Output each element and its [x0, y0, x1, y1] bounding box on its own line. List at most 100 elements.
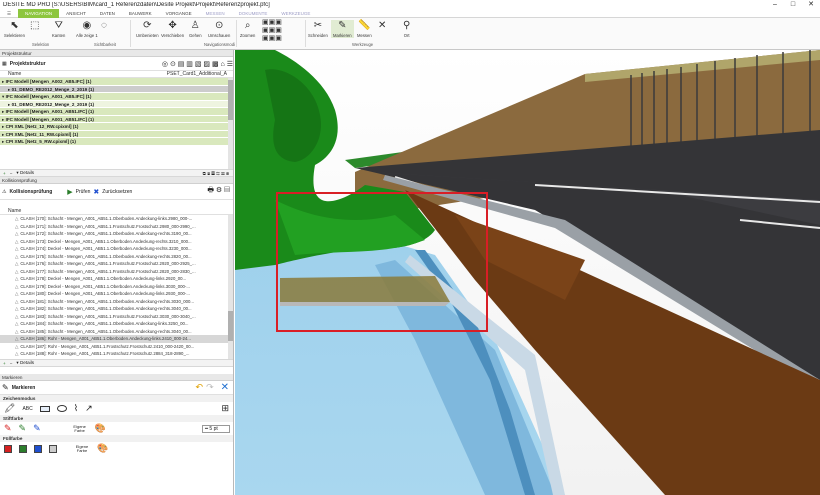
clash-row[interactable]: △ CLASH [188]: Rohr - Mengen_A001_AB51.1.… — [0, 350, 233, 358]
verschieben-button[interactable]: ✥ Verschieben — [161, 20, 184, 38]
tab-werkzeuge[interactable]: WERKZEUGE — [274, 9, 317, 18]
palette-icon[interactable]: 🎨 — [95, 423, 106, 434]
group-werkzeuge: Werkzeuge — [352, 42, 374, 47]
fill-blue-swatch[interactable] — [34, 444, 42, 453]
clash-scrollbar[interactable] — [228, 215, 233, 359]
clash-row[interactable]: △ CLASH [170]: Schacht - Mengen_A001_AB51… — [0, 215, 233, 223]
play-icon[interactable]: ▶ — [67, 188, 72, 196]
remove-icon[interactable]: − — [10, 171, 13, 176]
hide-button[interactable]: ◌ — [101, 20, 107, 33]
clash-row[interactable]: △ CLASH [179]: Deckel - Mengen_A001_AB51.… — [0, 283, 233, 291]
alle-zeigen-button[interactable]: ◉ Alle zeige 1 — [76, 20, 98, 38]
tree-row[interactable]: ▾ IFC Modell [Mengen_A001_AB5.IFC] (1) — [0, 93, 233, 101]
messen-button[interactable]: 📏 Messen — [357, 20, 372, 38]
clash-row[interactable]: △ CLASH [186]: Rohr - Mengen_A001_AB51.1.… — [0, 335, 233, 343]
tab-navigation[interactable]: NAVIGATION — [18, 8, 60, 18]
separator — [236, 20, 237, 47]
project-scrollbar[interactable] — [228, 78, 233, 169]
clash-row[interactable]: △ CLASH [172]: Schacht - Mengen_A001_AB51… — [0, 230, 233, 238]
clash-row[interactable]: △ CLASH [184]: Schacht - Mengen_A001_AB51… — [0, 320, 233, 328]
marker-tool-icon[interactable]: 🖍 — [4, 403, 15, 414]
project-tool-icons[interactable]: ◎ ⊙ ▤ ▥ ▧ ▨ ▩ ⌂ ☰ — [162, 60, 233, 68]
clash-row[interactable]: △ CLASH [182]: Schacht - Mengen_A001_AB51… — [0, 305, 233, 313]
tools-button[interactable]: ✕ — [378, 20, 386, 33]
clash-row[interactable]: △ CLASH [173]: Deckel - Mengen_A001_AB51.… — [0, 238, 233, 246]
tab-ansicht[interactable]: ANSICHT — [59, 9, 93, 18]
app-menu-button[interactable]: ☰ — [0, 9, 18, 18]
redo-icon[interactable]: ↷ — [206, 382, 214, 393]
tree-row[interactable]: ▸ CPI XML [Netz_12_RW.cpixml] (1) — [0, 123, 233, 131]
clash-row[interactable]: △ CLASH [180]: Deckel - Mengen_A001_AB51.… — [0, 290, 233, 298]
text-tool[interactable]: ABC — [22, 406, 32, 412]
clash-row[interactable]: △ CLASH [178]: Deckel - Mengen_A001_AB51.… — [0, 275, 233, 283]
zoomen-button[interactable]: ⌕ Zoomen — [240, 20, 255, 38]
pen-green-icon[interactable]: ✎ — [19, 423, 27, 434]
polyline-tool-icon[interactable]: ⌇ — [74, 403, 78, 414]
tree-row[interactable]: ▸ 01_DEMO_RE2012_Menge_2_2019 (1) — [0, 100, 233, 108]
clash-row[interactable]: △ CLASH [187]: Rohr - Mengen_A001_AB51.1.… — [0, 343, 233, 351]
ort-button[interactable]: ⚲ Ort — [403, 20, 410, 38]
scroll-thumb[interactable] — [228, 311, 233, 341]
schneiden-button[interactable]: ✂ Schneiden — [308, 20, 328, 38]
zuruecksetzen-button[interactable]: Zurücksetzen — [102, 189, 132, 195]
tree-row[interactable]: ▸ IFC Modell [Mengen_A001_AB51.IFC] (1) — [0, 108, 233, 116]
close-marker-icon[interactable]: ✕ — [217, 382, 233, 393]
select-mode-button[interactable]: ⬚ — [30, 20, 39, 33]
pruefen-button[interactable]: Prüfen — [76, 189, 91, 195]
gehen-button[interactable]: ♙ Gehen — [189, 20, 202, 38]
clash-tool-icons[interactable]: 🖶 ⚙ ▤ — [207, 186, 233, 197]
tab-vorgange[interactable]: VORGANGE — [159, 9, 199, 18]
umbenieten-button[interactable]: ⟳ Umbenieten — [136, 20, 159, 38]
footer-tool-icons[interactable]: ⧉ ⧈ ▤ ⇆ ⌧ ⊞ — [203, 171, 233, 176]
clash-row[interactable]: △ CLASH [171]: Schacht - Mengen_A001_AB51… — [0, 223, 233, 231]
reset-icon[interactable]: ✖ — [93, 188, 99, 196]
markieren-button[interactable]: ✎ Markieren — [331, 20, 354, 38]
tab-bauwerk[interactable]: BAUWERK — [122, 9, 159, 18]
clash-row[interactable]: △ CLASH [183]: Schacht - Mengen_A001_AB51… — [0, 313, 233, 321]
undo-icon[interactable]: ↶ — [196, 382, 204, 393]
ellipse-tool-icon[interactable] — [56, 405, 67, 412]
fill-none-swatch[interactable] — [49, 444, 57, 453]
stroke-width-select[interactable]: ━ 5 pt — [202, 424, 230, 433]
3d-viewport[interactable] — [235, 50, 820, 495]
fill-red-swatch[interactable] — [4, 444, 12, 453]
clash-row[interactable]: △ CLASH [175]: Schacht - Mengen_A001_AB51… — [0, 253, 233, 261]
col-pset[interactable]: PSET_Card1_Additional_A — [150, 71, 233, 77]
view-cube-buttons[interactable]: ▣▣▣ ▣▣▣ ▣▣▣ — [262, 19, 282, 43]
close-button[interactable]: ✕ — [802, 0, 820, 9]
palette-icon[interactable]: 🎨 — [97, 443, 108, 454]
pen-blue-icon[interactable]: ✎ — [33, 423, 41, 434]
tree-row[interactable]: ▸ CPI XML [Netz_11_RW.cpixml] (1) — [0, 130, 233, 138]
umschauen-button[interactable]: ⊙ Umschauen — [208, 20, 230, 38]
details-toggle[interactable]: ▾ Details — [16, 170, 34, 176]
add-icon[interactable]: + — [3, 171, 6, 176]
maximize-button[interactable]: □ — [784, 0, 802, 9]
tab-dokumente[interactable]: DOKUMENTE — [232, 9, 275, 18]
clash-row[interactable]: △ CLASH [181]: Schacht - Mengen_A001_AB51… — [0, 298, 233, 306]
clash-row[interactable]: △ CLASH [176]: Schacht - Mengen_A001_AB51… — [0, 260, 233, 268]
tree-row[interactable]: ▸ IFC Modell [Mengen_A002_AB5.IFC] (1) — [0, 78, 233, 86]
clash-row[interactable]: △ CLASH [185]: Schacht - Mengen_A001_AB51… — [0, 328, 233, 336]
tab-daten[interactable]: DATEN — [93, 9, 122, 18]
scroll-thumb[interactable] — [228, 80, 233, 120]
rectangle-tool-icon[interactable] — [39, 405, 50, 412]
add-icon[interactable]: + — [3, 361, 6, 366]
fill-green-swatch[interactable] — [19, 444, 27, 453]
pen-red-icon[interactable]: ✎ — [4, 423, 12, 434]
grey-band — [280, 302, 450, 306]
tree-row[interactable]: ▸ 01_DEMO_RE2012_Menge_2_2019 (1) — [0, 85, 233, 93]
tab-messen[interactable]: MESSEN — [199, 9, 232, 18]
clash-row[interactable]: △ CLASH [174]: Deckel - Mengen_A001_AB51.… — [0, 245, 233, 253]
arrow-tool-icon[interactable]: ↗ — [85, 403, 93, 414]
clash-row[interactable]: △ CLASH [177]: Schacht - Mengen_A001_AB51… — [0, 268, 233, 276]
selektieren-button[interactable]: ⬉ Selektieren — [4, 20, 25, 38]
clash-col-name[interactable]: Name — [0, 208, 21, 214]
tree-row[interactable]: ▸ CPI XML [Netz_5_RW.cpixml] (1) — [0, 138, 233, 146]
remove-icon[interactable]: − — [10, 361, 13, 366]
add-marker-icon[interactable]: ⊞ — [221, 403, 233, 414]
minimize-button[interactable]: – — [766, 0, 784, 9]
details-toggle[interactable]: ▾ Details — [16, 360, 34, 366]
kanten-button[interactable]: ⛛ Kanten — [52, 20, 65, 38]
tree-row[interactable]: ▸ IFC Modell [Mengen_A001_AB51.IFC] (1) — [0, 115, 233, 123]
col-name[interactable]: Name — [0, 71, 150, 77]
